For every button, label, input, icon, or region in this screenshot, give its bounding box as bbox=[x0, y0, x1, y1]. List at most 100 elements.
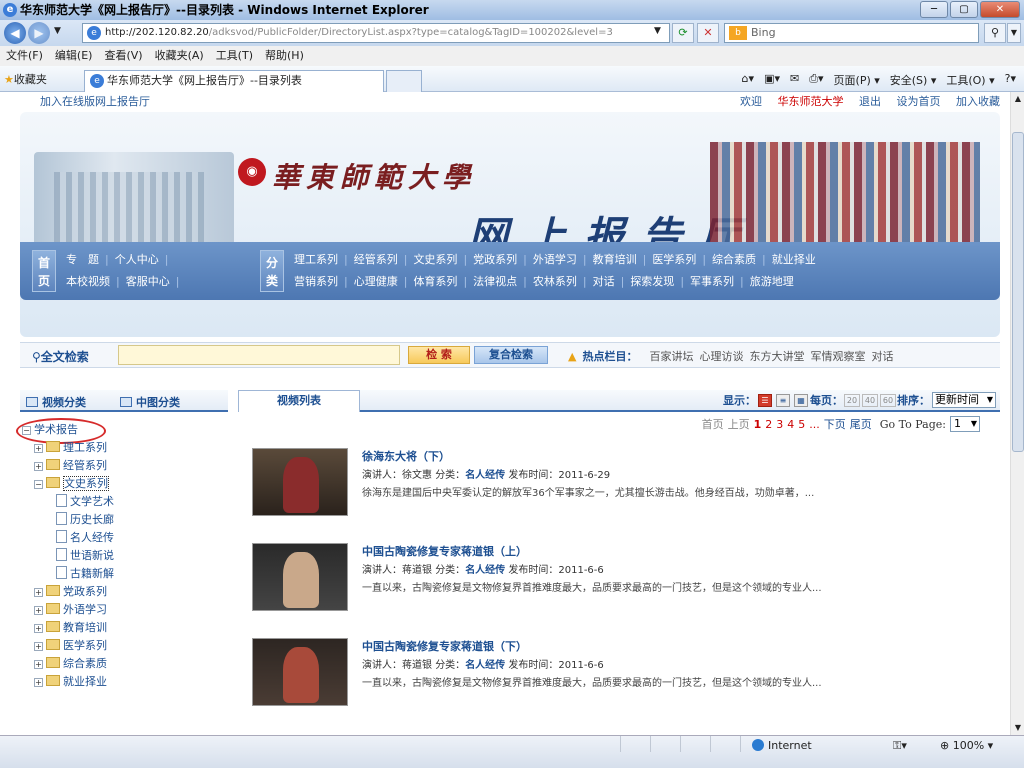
nav-cat-13[interactable]: 法律视点 bbox=[467, 272, 523, 292]
nav-cat-1[interactable]: 理工系列 bbox=[288, 250, 344, 270]
goto-page-select[interactable]: 1 bbox=[950, 416, 980, 432]
tree-leaf[interactable]: 名人经传 bbox=[56, 530, 114, 546]
menu-file[interactable]: 文件(F) bbox=[0, 46, 49, 66]
nav-cat-2[interactable]: 经管系列 bbox=[348, 250, 404, 270]
nav-cat-16[interactable]: 探索发现 bbox=[624, 272, 680, 292]
tree-leaf[interactable]: 文学艺术 bbox=[56, 494, 114, 510]
nav-cat-10[interactable]: 营销系列 bbox=[288, 272, 344, 292]
video-title[interactable]: 中国古陶瓷修复专家蒋道银（上） bbox=[362, 543, 527, 559]
home-nav-button[interactable]: 首页 bbox=[32, 250, 56, 292]
favorites-button[interactable]: ★收藏夹 bbox=[4, 71, 47, 87]
per-page-20[interactable]: 20 bbox=[844, 393, 860, 407]
expand-icon[interactable]: + bbox=[34, 624, 43, 633]
tab-video-list[interactable]: 视频列表 bbox=[238, 390, 360, 412]
mail-icon[interactable]: ✉ bbox=[790, 72, 799, 88]
video-title[interactable]: 徐海东大将（下） bbox=[362, 448, 450, 464]
tools-menu[interactable]: 工具(O) ▾ bbox=[946, 72, 994, 88]
tree-node[interactable]: + 医学系列 bbox=[34, 638, 107, 654]
pager-first[interactable]: 首页 bbox=[702, 416, 724, 432]
scrollbar-thumb[interactable] bbox=[1012, 132, 1024, 452]
nav-local-video[interactable]: 本校视频 bbox=[60, 272, 116, 292]
protected-mode-icon[interactable]: ⚿▾ bbox=[893, 739, 907, 753]
nav-cat-6[interactable]: 教育培训 bbox=[587, 250, 643, 270]
per-page-60[interactable]: 60 bbox=[880, 393, 896, 407]
nav-cat-17[interactable]: 军事系列 bbox=[684, 272, 740, 292]
nav-cat-15[interactable]: 对话 bbox=[587, 272, 621, 292]
nav-cat-9[interactable]: 就业择业 bbox=[766, 250, 822, 270]
nav-cat-7[interactable]: 医学系列 bbox=[646, 250, 702, 270]
nav-cat-18[interactable]: 旅游地理 bbox=[744, 272, 800, 292]
video-thumbnail[interactable] bbox=[252, 638, 348, 706]
logout-link[interactable]: 退出 bbox=[859, 95, 881, 108]
help-icon[interactable]: ?▾ bbox=[1005, 72, 1016, 88]
minimize-button[interactable]: ─ bbox=[920, 1, 948, 18]
expand-icon[interactable]: + bbox=[34, 444, 43, 453]
scroll-up-icon[interactable]: ▲ bbox=[1011, 92, 1024, 106]
tab-cn-category[interactable]: 中图分类 bbox=[120, 394, 180, 410]
nav-cat-8[interactable]: 综合素质 bbox=[706, 250, 762, 270]
address-field[interactable]: e http://202.120.82.20/adksvod/PublicFol… bbox=[82, 23, 670, 43]
fulltext-search-input[interactable] bbox=[118, 345, 400, 365]
tree-node[interactable]: + 经管系列 bbox=[34, 458, 107, 474]
pager-page[interactable]: 4 bbox=[787, 418, 794, 431]
scroll-down-icon[interactable]: ▼ bbox=[1011, 721, 1024, 735]
tree-leaf[interactable]: 世语新说 bbox=[56, 548, 114, 564]
hot-link-1[interactable]: 百家讲坛 bbox=[649, 348, 693, 364]
tree-node[interactable]: + 外语学习 bbox=[34, 602, 107, 618]
video-thumbnail[interactable] bbox=[252, 448, 348, 516]
menu-help[interactable]: 帮助(H) bbox=[259, 46, 310, 66]
tree-node[interactable]: + 就业择业 bbox=[34, 674, 107, 690]
new-tab-button[interactable] bbox=[386, 70, 422, 92]
grid-view-icon[interactable]: ▦ bbox=[794, 393, 808, 407]
add-online-hall-link[interactable]: 加入在线版网上报告厅 bbox=[40, 92, 150, 112]
tab-video-category[interactable]: 视频分类 bbox=[26, 394, 86, 410]
security-zone[interactable]: Internet bbox=[752, 739, 812, 752]
search-button[interactable]: 检 索 bbox=[408, 346, 470, 364]
menu-view[interactable]: 查看(V) bbox=[98, 46, 148, 66]
sort-select[interactable]: 更新时间 bbox=[932, 392, 996, 408]
close-button[interactable]: ✕ bbox=[980, 1, 1020, 18]
list-view-icon[interactable]: ☰ bbox=[758, 393, 772, 407]
tree-leaf[interactable]: 历史长廊 bbox=[56, 512, 114, 528]
expand-icon[interactable]: + bbox=[34, 606, 43, 615]
tree-node[interactable]: + 党政系列 bbox=[34, 584, 107, 600]
stop-icon[interactable]: ✕ bbox=[697, 23, 719, 43]
nav-cat-14[interactable]: 农林系列 bbox=[527, 272, 583, 292]
page-menu[interactable]: 页面(P) ▾ bbox=[834, 72, 880, 88]
expand-icon[interactable]: + bbox=[34, 642, 43, 651]
category-nav-button[interactable]: 分类 bbox=[260, 250, 284, 292]
expand-icon[interactable]: + bbox=[34, 678, 43, 687]
refresh-icon[interactable]: ⟳ bbox=[672, 23, 694, 43]
forward-icon[interactable]: ▶ bbox=[28, 22, 50, 44]
tree-root[interactable]: − 学术报告 bbox=[22, 422, 78, 438]
nav-cat-11[interactable]: 心理健康 bbox=[348, 272, 404, 292]
hot-link-2[interactable]: 心理访谈 bbox=[699, 348, 743, 364]
hot-link-4[interactable]: 军情观察室 bbox=[810, 348, 865, 364]
nav-special[interactable]: 专 题 bbox=[60, 250, 105, 270]
set-home-link[interactable]: 设为首页 bbox=[897, 95, 941, 108]
tree-node[interactable]: + 理工系列 bbox=[34, 440, 107, 456]
category-link[interactable]: 名人经传 bbox=[465, 660, 505, 671]
home-icon[interactable]: ⌂▾ bbox=[742, 72, 755, 88]
menu-edit[interactable]: 编辑(E) bbox=[49, 46, 99, 66]
category-link[interactable]: 名人经传 bbox=[465, 470, 505, 481]
nav-service[interactable]: 客服中心 bbox=[120, 272, 176, 292]
pager-prev[interactable]: 上页 bbox=[728, 416, 750, 432]
advanced-search-button[interactable]: 复合检索 bbox=[474, 346, 548, 364]
hot-link-5[interactable]: 对话 bbox=[871, 348, 893, 364]
pager-last[interactable]: 尾页 bbox=[850, 416, 872, 432]
pager-page[interactable]: 3 bbox=[776, 418, 783, 431]
menu-tools[interactable]: 工具(T) bbox=[210, 46, 259, 66]
search-box[interactable]: b Bing bbox=[724, 23, 979, 43]
hot-link-3[interactable]: 东方大讲堂 bbox=[749, 348, 804, 364]
nav-personal[interactable]: 个人中心 bbox=[109, 250, 165, 270]
address-dropdown-icon[interactable]: ▼ bbox=[654, 26, 661, 36]
tree-leaf[interactable]: 古籍新解 bbox=[56, 566, 114, 582]
detail-view-icon[interactable]: ≡ bbox=[776, 393, 790, 407]
browser-tab[interactable]: e 华东师范大学《网上报告厅》--目录列表 bbox=[84, 70, 384, 92]
nav-cat-3[interactable]: 文史系列 bbox=[407, 250, 463, 270]
print-icon[interactable]: ⎙▾ bbox=[809, 72, 823, 88]
collapse-icon[interactable]: − bbox=[22, 426, 31, 435]
tree-node[interactable]: + 综合素质 bbox=[34, 656, 107, 672]
nav-cat-4[interactable]: 党政系列 bbox=[467, 250, 523, 270]
